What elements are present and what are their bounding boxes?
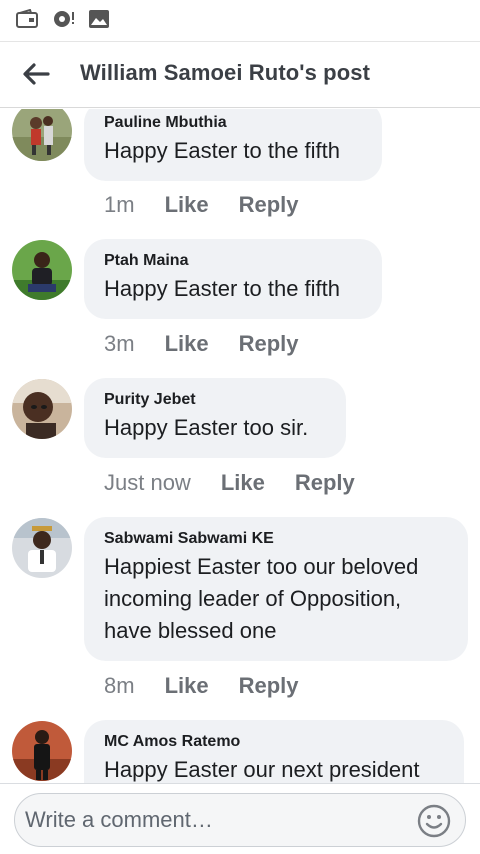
comment-text: Happiest Easter too our beloved incoming… xyxy=(104,551,448,647)
comment-text-line: incoming leader of Opposition, xyxy=(104,586,402,611)
comment-actions: 3m Like Reply xyxy=(104,329,299,359)
comment-author[interactable]: Ptah Maina xyxy=(104,251,362,271)
reply-button[interactable]: Reply xyxy=(295,470,355,496)
avatar[interactable] xyxy=(12,379,72,439)
comment-input[interactable] xyxy=(25,794,405,846)
comment-actions: 8m Like Reply xyxy=(104,671,299,701)
comment-author[interactable]: Sabwami Sabwami KE xyxy=(104,529,448,549)
avatar[interactable] xyxy=(12,109,72,161)
avatar[interactable] xyxy=(12,240,72,300)
wallet-icon xyxy=(16,8,38,29)
like-button[interactable]: Like xyxy=(221,470,265,496)
comment-composer[interactable] xyxy=(14,793,466,847)
back-button[interactable] xyxy=(18,56,54,92)
comment-actions: 1m Like Reply xyxy=(104,190,299,220)
like-button[interactable]: Like xyxy=(165,192,209,218)
comment-text: Happy Easter too sir. xyxy=(104,415,309,440)
post-header: William Samoei Ruto's post xyxy=(0,42,480,108)
comment-list[interactable]: Pauline Mbuthia Happy Easter to the fift… xyxy=(0,109,480,783)
comment-time: Just now xyxy=(104,470,191,495)
status-bar xyxy=(0,0,480,42)
comment-text: Happy Easter our next president xyxy=(104,757,420,782)
comment-author[interactable]: Purity Jebet xyxy=(104,390,326,410)
comment-time: 3m xyxy=(104,331,135,356)
comment-time: 1m xyxy=(104,192,135,217)
comment-bubble[interactable]: Purity Jebet Happy Easter too sir. xyxy=(84,378,346,458)
page-title: William Samoei Ruto's post xyxy=(80,60,371,85)
arrow-left-icon xyxy=(23,63,50,85)
comment-author[interactable]: MC Amos Ratemo xyxy=(104,732,444,752)
like-button[interactable]: Like xyxy=(165,331,209,357)
comment-bubble[interactable]: Ptah Maina Happy Easter to the fifth xyxy=(84,239,382,319)
reply-button[interactable]: Reply xyxy=(239,331,299,357)
avatar[interactable] xyxy=(12,518,72,578)
comment-text: Happy Easter to the fifth xyxy=(104,138,341,163)
comment-bubble[interactable]: MC Amos Ratemo Happy Easter our next pre… xyxy=(84,720,464,783)
comment-text-line: Happiest Easter too our beloved xyxy=(104,554,419,579)
avatar[interactable] xyxy=(12,721,72,781)
reply-button[interactable]: Reply xyxy=(239,673,299,699)
comment-author[interactable]: Pauline Mbuthia xyxy=(104,113,362,133)
gallery-icon xyxy=(88,9,110,29)
emoji-button[interactable] xyxy=(417,804,451,838)
like-button[interactable]: Like xyxy=(165,673,209,699)
comment-bubble[interactable]: Pauline Mbuthia Happy Easter to the fift… xyxy=(84,109,382,181)
comment-text-line: have blessed one xyxy=(104,618,277,643)
comment-composer-bar xyxy=(0,783,480,854)
reply-button[interactable]: Reply xyxy=(239,192,299,218)
comment-time: 8m xyxy=(104,673,135,698)
comment-actions: Just now Like Reply xyxy=(104,468,355,498)
disc-notification-icon xyxy=(52,9,74,29)
comment-text: Happy Easter to the fifth xyxy=(104,276,341,301)
smiley-icon xyxy=(417,804,451,838)
comment-bubble[interactable]: Sabwami Sabwami KE Happiest Easter too o… xyxy=(84,517,468,661)
